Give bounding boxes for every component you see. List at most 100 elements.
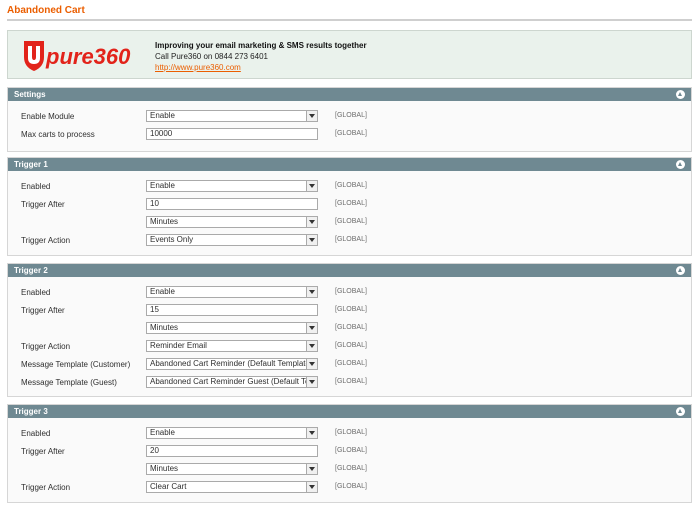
trigger3-unit-select[interactable]: Minutes xyxy=(146,463,318,475)
collapse-icon[interactable] xyxy=(676,90,685,99)
brand-link[interactable]: http://www.pure360.com xyxy=(155,62,367,73)
chevron-down-icon[interactable] xyxy=(306,111,317,121)
pure360-logo: pure360 xyxy=(24,41,131,71)
trigger2-action-select[interactable]: Reminder Email xyxy=(146,340,318,352)
template-customer-select[interactable]: Abandoned Cart Reminder (Default Templat… xyxy=(146,358,318,370)
chevron-down-icon[interactable] xyxy=(306,323,317,333)
chevron-down-icon[interactable] xyxy=(306,377,317,387)
field-label: Max carts to process xyxy=(21,130,95,139)
trigger3-after-row: Trigger After 20 [GLOBAL] xyxy=(8,445,691,459)
trigger2-after-input[interactable]: 15 xyxy=(146,304,318,316)
max-carts-row: Max carts to process 10000 [GLOBAL] xyxy=(8,128,691,142)
select-value: Reminder Email xyxy=(150,341,207,350)
chevron-down-icon[interactable] xyxy=(306,482,317,492)
trigger1-after-input[interactable]: 10 xyxy=(146,198,318,210)
trigger2-unit-row: Minutes [GLOBAL] xyxy=(8,322,691,336)
scope-label: [GLOBAL] xyxy=(335,324,367,331)
select-value: Minutes xyxy=(150,217,179,226)
collapse-icon[interactable] xyxy=(676,407,685,416)
trigger1-action-row: Trigger Action Events Only [GLOBAL] xyxy=(8,234,691,248)
field-label: Trigger Action xyxy=(21,483,71,492)
trigger2-section: Trigger 2 Enabled Enable [GLOBAL] Trigge… xyxy=(7,263,692,397)
scope-label: [GLOBAL] xyxy=(335,306,367,313)
scope-label: [GLOBAL] xyxy=(335,182,367,189)
trigger3-section: Trigger 3 Enabled Enable [GLOBAL] Trigge… xyxy=(7,404,692,503)
trigger1-enabled-row: Enabled Enable [GLOBAL] xyxy=(8,180,691,194)
trigger3-enabled-row: Enabled Enable [GLOBAL] xyxy=(8,427,691,441)
chevron-down-icon[interactable] xyxy=(306,359,317,369)
max-carts-input[interactable]: 10000 xyxy=(146,128,318,140)
scope-label: [GLOBAL] xyxy=(335,465,367,472)
scope-label: [GLOBAL] xyxy=(335,342,367,349)
trigger2-action-row: Trigger Action Reminder Email [GLOBAL] xyxy=(8,340,691,354)
brand-phone: Call Pure360 on 0844 273 6401 xyxy=(155,52,268,61)
scope-label: [GLOBAL] xyxy=(335,483,367,490)
page-title: Abandoned Cart xyxy=(7,5,85,16)
template-guest-select[interactable]: Abandoned Cart Reminder Guest (Default T… xyxy=(146,376,318,388)
enable-module-select[interactable]: Enable xyxy=(146,110,318,122)
trigger2-after-row: Trigger After 15 [GLOBAL] xyxy=(8,304,691,318)
scope-label: [GLOBAL] xyxy=(335,112,367,119)
trigger3-header[interactable]: Trigger 3 xyxy=(8,405,691,418)
pure360-shield-icon xyxy=(24,41,44,71)
enable-module-row: Enable Module Enable [GLOBAL] xyxy=(8,110,691,124)
chevron-down-icon[interactable] xyxy=(306,428,317,438)
chevron-down-icon[interactable] xyxy=(306,287,317,297)
field-label: Trigger Action xyxy=(21,236,71,245)
collapse-icon[interactable] xyxy=(676,160,685,169)
field-label: Enable Module xyxy=(21,112,75,121)
trigger2-template-customer-row: Message Template (Customer) Abandoned Ca… xyxy=(8,358,691,372)
logo-wordmark: pure360 xyxy=(45,44,131,69)
brand-headline: Improving your email marketing & SMS res… xyxy=(155,41,367,50)
select-value: Abandoned Cart Reminder (Default Templat… xyxy=(150,359,318,368)
field-label: Trigger After xyxy=(21,200,65,209)
chevron-down-icon[interactable] xyxy=(306,181,317,191)
trigger1-unit-select[interactable]: Minutes xyxy=(146,216,318,228)
scope-label: [GLOBAL] xyxy=(335,130,367,137)
scope-label: [GLOBAL] xyxy=(335,360,367,367)
select-value: Clear Cart xyxy=(150,482,187,491)
chevron-down-icon[interactable] xyxy=(306,464,317,474)
trigger1-action-select[interactable]: Events Only xyxy=(146,234,318,246)
select-value: Events Only xyxy=(150,235,194,244)
select-value: Enable xyxy=(150,111,175,120)
title-divider xyxy=(7,19,692,21)
field-label: Enabled xyxy=(21,429,51,438)
field-label: Trigger After xyxy=(21,306,65,315)
trigger1-header[interactable]: Trigger 1 xyxy=(8,158,691,171)
select-value: Enable xyxy=(150,428,175,437)
trigger3-after-input[interactable]: 20 xyxy=(146,445,318,457)
trigger3-action-select[interactable]: Clear Cart xyxy=(146,481,318,493)
trigger3-action-row: Trigger Action Clear Cart [GLOBAL] xyxy=(8,481,691,495)
select-value: Minutes xyxy=(150,323,179,332)
trigger3-enabled-select[interactable]: Enable xyxy=(146,427,318,439)
chevron-down-icon[interactable] xyxy=(306,217,317,227)
trigger1-enabled-select[interactable]: Enable xyxy=(146,180,318,192)
trigger2-enabled-row: Enabled Enable [GLOBAL] xyxy=(8,286,691,300)
scope-label: [GLOBAL] xyxy=(335,200,367,207)
chevron-down-icon[interactable] xyxy=(306,235,317,245)
select-value: Minutes xyxy=(150,464,179,473)
section-title: Trigger 1 xyxy=(14,160,48,169)
field-label: Enabled xyxy=(21,182,51,191)
trigger1-after-row: Trigger After 10 [GLOBAL] xyxy=(8,198,691,212)
section-title: Trigger 2 xyxy=(14,266,48,275)
field-label: Message Template (Guest) xyxy=(21,378,117,387)
section-title: Trigger 3 xyxy=(14,407,48,416)
scope-label: [GLOBAL] xyxy=(335,288,367,295)
scope-label: [GLOBAL] xyxy=(335,429,367,436)
trigger2-template-guest-row: Message Template (Guest) Abandoned Cart … xyxy=(8,376,691,390)
select-value: Enable xyxy=(150,287,175,296)
trigger2-header[interactable]: Trigger 2 xyxy=(8,264,691,277)
collapse-icon[interactable] xyxy=(676,266,685,275)
settings-header[interactable]: Settings xyxy=(8,88,691,101)
chevron-down-icon[interactable] xyxy=(306,341,317,351)
scope-label: [GLOBAL] xyxy=(335,447,367,454)
select-value: Abandoned Cart Reminder Guest (Default T… xyxy=(150,377,318,386)
select-value: Enable xyxy=(150,181,175,190)
trigger2-enabled-select[interactable]: Enable xyxy=(146,286,318,298)
brand-banner: pure360 Improving your email marketing &… xyxy=(7,30,692,79)
settings-section: Settings Enable Module Enable [GLOBAL] M… xyxy=(7,87,692,152)
trigger2-unit-select[interactable]: Minutes xyxy=(146,322,318,334)
field-label: Trigger Action xyxy=(21,342,71,351)
